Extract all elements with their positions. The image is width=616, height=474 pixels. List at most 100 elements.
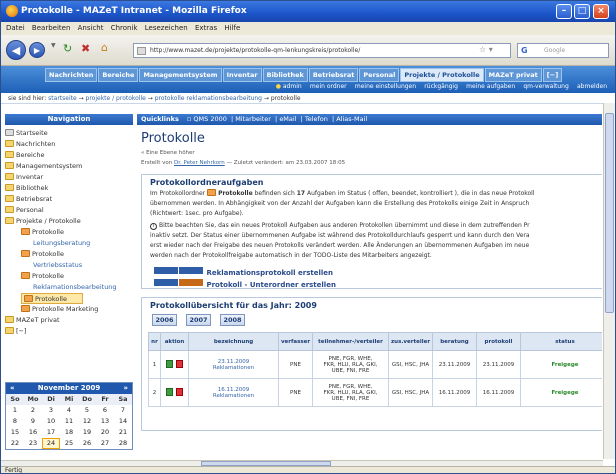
up-one-level-link[interactable]: « Eine Ebene höher — [141, 150, 602, 156]
sidebar-item-projekte-protokolle[interactable]: Projekte / Protokolle — [5, 216, 133, 227]
menu-bearbeiten[interactable]: Bearbeiten — [32, 24, 70, 32]
home-icon[interactable]: ⌂ — [101, 41, 108, 54]
calendar-day[interactable]: 5 — [78, 405, 96, 416]
col-teilnehmer[interactable]: teilnehmer-/verteiler — [312, 332, 389, 351]
year-2006-button[interactable]: 2006 — [152, 314, 177, 326]
col-nr[interactable]: nr — [148, 332, 161, 351]
quicklink-telefon[interactable]: Telefon — [305, 115, 328, 123]
link-meine-aufgaben[interactable]: meine aufgaben — [466, 83, 515, 90]
menu-ansicht[interactable]: Ansicht — [78, 24, 104, 32]
calendar-day-today[interactable]: 24 — [42, 438, 60, 449]
sidebar-item-bibliothek[interactable]: Bibliothek — [5, 183, 133, 194]
calendar-day[interactable]: 7 — [114, 405, 132, 416]
nav-inventar[interactable]: Inventar — [222, 68, 262, 82]
row-title[interactable]: 16.11.2009 Reklamationen — [188, 378, 279, 407]
col-status[interactable]: status — [520, 332, 602, 351]
sidebar-item-protokolle-vertrieb[interactable]: Protokolle — [5, 249, 133, 260]
nav-projekte-protokolle[interactable]: Projekte / Protokolle — [400, 68, 484, 82]
link-abmelden[interactable]: abmelden — [577, 83, 607, 90]
calendar-day[interactable]: 28 — [114, 438, 132, 449]
close-button[interactable]: × — [593, 4, 609, 19]
quicklink-mitarbeiter[interactable]: Mitarbeiter — [235, 115, 271, 123]
user-admin-link[interactable]: ● admin — [276, 83, 302, 90]
col-bezeichnung[interactable]: bezeichnung — [188, 332, 279, 351]
sidebar-item-inventar[interactable]: Inventar — [5, 172, 133, 183]
sidebar-item-protokolle-marketing[interactable]: Protokolle Marketing — [5, 304, 133, 315]
calendar-day[interactable]: 20 — [96, 427, 114, 438]
nav-collapse[interactable]: [−] — [542, 68, 563, 82]
calendar-day[interactable]: 13 — [96, 416, 114, 427]
sidebar-item-vertriebsstatus[interactable]: Vertriebsstatus — [5, 260, 133, 271]
calendar-day[interactable]: 11 — [60, 416, 78, 427]
calendar-day[interactable]: 8 — [6, 416, 24, 427]
link-rueckgaengig[interactable]: rückgängig — [424, 83, 458, 90]
year-2007-button[interactable]: 2007 — [186, 314, 211, 326]
link-meine-einstellungen[interactable]: meine einstellungen — [355, 83, 416, 90]
pdf-icon[interactable] — [176, 359, 183, 368]
pdf-icon[interactable] — [176, 387, 183, 396]
calendar-day[interactable]: 14 — [114, 416, 132, 427]
nav-nachrichten[interactable]: Nachrichten — [45, 68, 98, 82]
calendar-day[interactable]: 18 — [60, 427, 78, 438]
stop-icon[interactable]: ✖ — [81, 42, 90, 55]
calendar-day[interactable]: 19 — [78, 427, 96, 438]
maximize-button[interactable]: □ — [574, 4, 590, 19]
sidebar-item-leitungsberatung[interactable]: Leitungsberatung — [5, 238, 133, 249]
calendar-day[interactable]: 22 — [6, 438, 24, 449]
next-month-icon[interactable]: » — [123, 383, 128, 394]
row-title[interactable]: 23.11.2009 Reklamationen — [188, 350, 279, 379]
vertical-scrollbar[interactable] — [603, 103, 615, 459]
create-reklamation-protocol-link[interactable]: Reklamationsprotokoll erstellen — [142, 261, 602, 277]
calendar-day[interactable]: 12 — [78, 416, 96, 427]
sidebar-item-bereiche[interactable]: Bereiche — [5, 150, 133, 161]
forward-button[interactable]: ▶ — [29, 42, 45, 58]
menu-lesezeichen[interactable]: Lesezeichen — [145, 24, 188, 32]
reload-icon[interactable]: ↻ — [63, 42, 72, 55]
nav-personal[interactable]: Personal — [359, 68, 400, 82]
sidebar-item-startseite[interactable]: Startseite — [5, 128, 133, 139]
breadcrumb-reklamation[interactable]: protokolle reklamationsbearbeitung — [155, 95, 262, 102]
nav-bibliothek[interactable]: Bibliothek — [262, 68, 308, 82]
prev-month-icon[interactable]: « — [10, 383, 15, 394]
nav-betriebsrat[interactable]: Betriebsrat — [308, 68, 359, 82]
calendar-day[interactable]: 10 — [42, 416, 60, 427]
calendar-day[interactable]: 1 — [6, 405, 24, 416]
calendar-day[interactable]: 2 — [24, 405, 42, 416]
calendar-day[interactable]: 3 — [42, 405, 60, 416]
nav-mazet-privat[interactable]: MAZeT privat — [484, 68, 542, 82]
calendar-day[interactable]: 21 — [114, 427, 132, 438]
sidebar-item-reklamationsbearbeitung[interactable]: Reklamationsbearbeitung — [5, 282, 133, 293]
sidebar-item-personal[interactable]: Personal — [5, 205, 133, 216]
minimize-button[interactable]: – — [556, 4, 572, 19]
nav-managementsystem[interactable]: Managementsystem — [139, 68, 222, 82]
calendar-day[interactable]: 26 — [78, 438, 96, 449]
col-verfasser[interactable]: verfasser — [278, 332, 313, 351]
url-bar[interactable]: http://www.mazet.de/projekte/protokolle-… — [133, 43, 511, 58]
link-mein-ordner[interactable]: mein ordner — [310, 83, 347, 90]
menu-datei[interactable]: Datei — [6, 24, 25, 32]
year-2008-button[interactable]: 2008 — [220, 314, 245, 326]
search-input[interactable]: G Google — [517, 43, 609, 58]
open-book-icon[interactable] — [166, 387, 173, 396]
quicklink-alias-mail[interactable]: Alias-Mail — [336, 115, 367, 123]
sidebar-item-protokolle-reklamation[interactable]: Protokolle — [5, 271, 133, 282]
menu-hilfe[interactable]: Hilfe — [224, 24, 240, 32]
vertical-scroll-thumb[interactable] — [605, 113, 614, 313]
col-aktion[interactable]: aktion — [160, 332, 189, 351]
sidebar-item-mazet-privat[interactable]: MAZeT privat — [5, 315, 133, 326]
calendar-day[interactable]: 15 — [6, 427, 24, 438]
calendar-day[interactable]: 23 — [24, 438, 42, 449]
bookmark-star-icon[interactable]: ☆ ▾ — [479, 45, 493, 54]
sidebar-item-nachrichten[interactable]: Nachrichten — [5, 139, 133, 150]
col-beratung[interactable]: beratung — [432, 332, 477, 351]
sidebar-item-protokolle-leitung[interactable]: Protokolle — [5, 227, 133, 238]
col-protokoll[interactable]: protokoll — [476, 332, 521, 351]
calendar-day[interactable]: 16 — [24, 427, 42, 438]
sidebar-item-collapse[interactable]: [−] — [5, 326, 133, 337]
menu-chronik[interactable]: Chronik — [111, 24, 138, 32]
calendar-day[interactable]: 6 — [96, 405, 114, 416]
breadcrumb-startseite[interactable]: startseite — [48, 95, 77, 102]
col-zusverteiler[interactable]: zus.verteiler — [388, 332, 433, 351]
author-link[interactable]: Dr. Peter Nehrkorn — [174, 160, 225, 166]
create-subfolder-link[interactable]: Protokoll - Unterordner erstellen — [142, 277, 602, 289]
